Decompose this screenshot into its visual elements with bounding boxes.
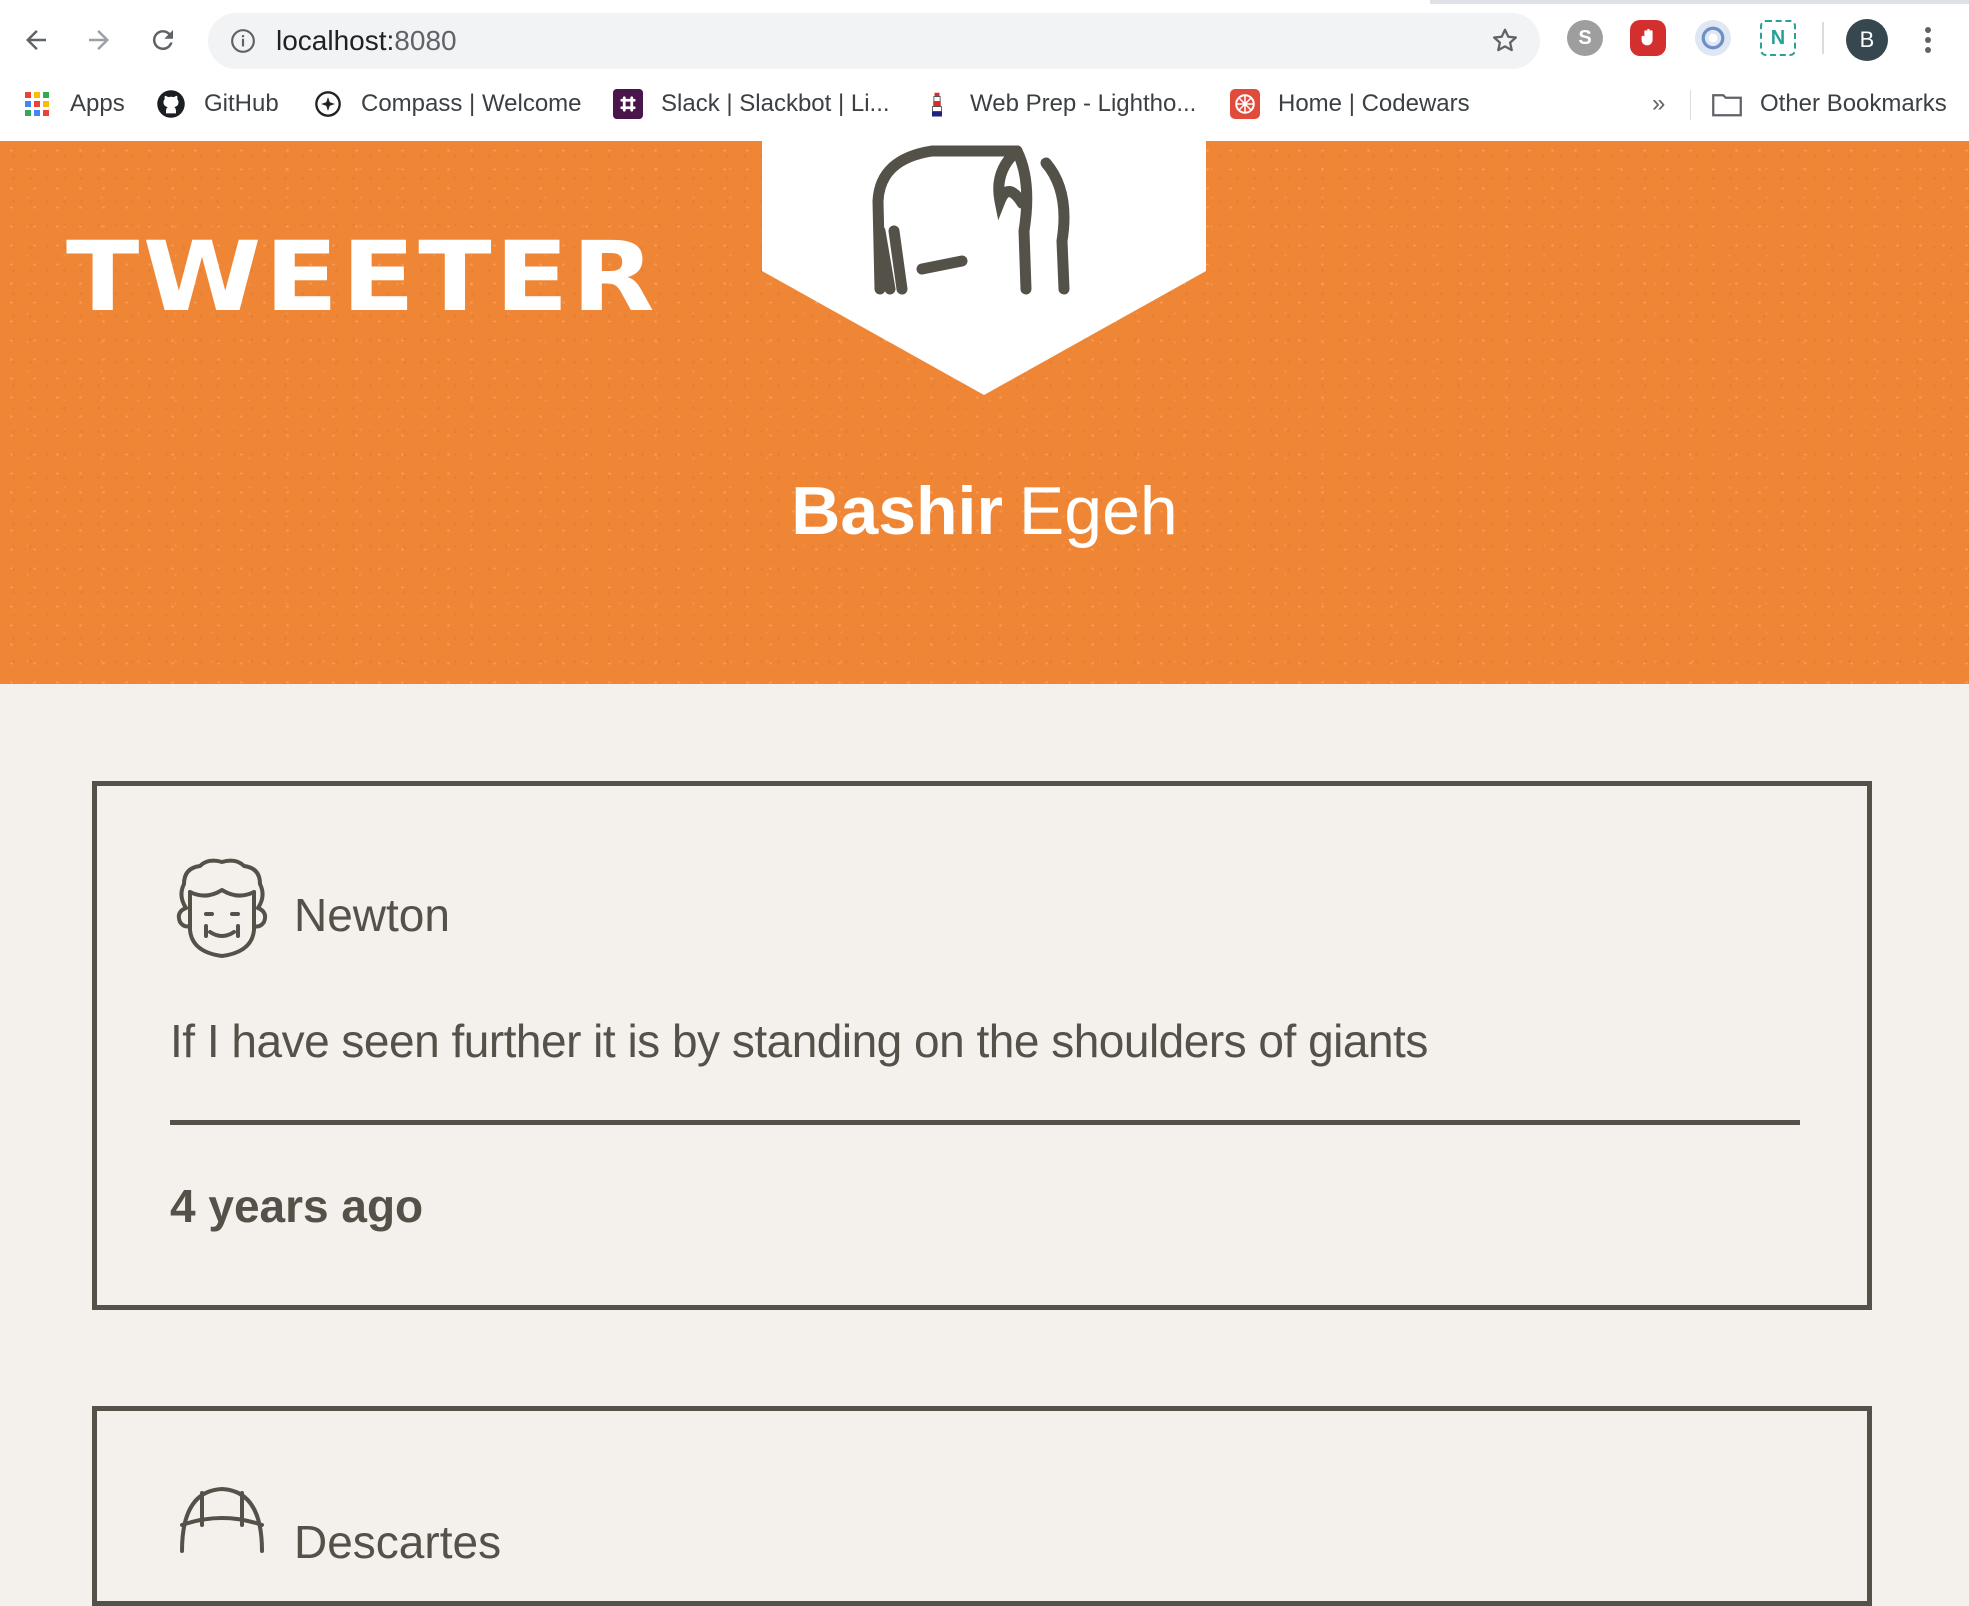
profile-header: TWEETER Bashir Egeh — [0, 141, 1969, 684]
extension-blue-icon[interactable] — [1695, 20, 1731, 56]
browser-menu-icon[interactable] — [1918, 22, 1938, 58]
slack-icon — [613, 89, 643, 119]
bookmarks-overflow-button[interactable]: » — [1652, 90, 1665, 118]
back-icon[interactable] — [12, 16, 60, 64]
bookmark-label: GitHub — [204, 90, 279, 117]
bookmark-other-folder[interactable]: Other Bookmarks — [1712, 86, 1947, 122]
adblock-icon[interactable] — [1630, 20, 1666, 56]
bookmark-web-prep[interactable]: Web Prep - Lightho... — [922, 86, 1196, 122]
url-port: 8080 — [394, 25, 457, 56]
bookmark-label: Home | Codewars — [1278, 90, 1470, 117]
lighthouse-icon — [922, 89, 952, 119]
toolbar-separator — [1822, 22, 1824, 54]
user-avatar-badge — [762, 141, 1206, 395]
profile-first-name: Bashir — [791, 473, 1003, 549]
compass-icon — [313, 89, 343, 119]
bookmark-github[interactable]: GitHub — [156, 86, 279, 122]
site-info-icon[interactable] — [230, 28, 256, 54]
bookmark-compass[interactable]: Compass | Welcome — [313, 86, 582, 122]
bookmark-label: Web Prep - Lightho... — [970, 90, 1197, 117]
tweet-timestamp: 4 years ago — [170, 1180, 424, 1232]
codewars-icon — [1230, 89, 1260, 119]
browser-chrome: localhost:8080 S N B Apps GitHub Compass… — [0, 0, 1969, 142]
tweet-author: Newton — [294, 889, 450, 941]
bookmarks-bar: Apps GitHub Compass | Welcome Slack | Sl… — [0, 82, 1969, 126]
apps-grid-icon — [22, 89, 52, 119]
app-logo[interactable]: TWEETER — [66, 221, 658, 333]
github-icon — [156, 89, 186, 119]
url-text[interactable]: localhost:8080 — [276, 25, 457, 57]
descartes-avatar-icon — [180, 1486, 264, 1553]
bookmark-codewars[interactable]: Home | Codewars — [1230, 86, 1470, 122]
forward-icon[interactable] — [75, 16, 123, 64]
url-host: localhost: — [276, 25, 395, 56]
bookmark-label: Other Bookmarks — [1760, 90, 1947, 117]
tweet-card: Descartes — [92, 1406, 1872, 1606]
bookmark-label: Compass | Welcome — [361, 90, 582, 117]
skype-icon[interactable]: S — [1567, 20, 1603, 56]
tweet-card: Newton If I have seen further it is by s… — [92, 781, 1872, 1310]
folder-icon — [1712, 89, 1742, 119]
bookmarks-separator — [1690, 90, 1691, 120]
tweet-author: Descartes — [294, 1516, 502, 1568]
profile-avatar[interactable]: B — [1846, 19, 1888, 61]
bookmark-apps[interactable]: Apps — [22, 86, 125, 122]
profile-last-name: Egeh — [1018, 473, 1178, 549]
reload-icon[interactable] — [139, 16, 187, 64]
bookmark-star-icon[interactable] — [1490, 26, 1520, 56]
extension-n-icon[interactable]: N — [1760, 20, 1796, 56]
profile-name: Bashir Egeh — [0, 472, 1969, 550]
bookmark-label: Apps — [70, 90, 125, 117]
address-bar[interactable]: localhost:8080 — [208, 13, 1540, 69]
tab-strip — [0, 0, 1969, 4]
bookmark-label: Slack | Slackbot | Li... — [661, 90, 890, 117]
tweet-divider — [170, 1120, 1800, 1125]
bookmark-slack[interactable]: Slack | Slackbot | Li... — [613, 86, 890, 122]
newton-avatar-icon — [176, 858, 268, 958]
tweet-text: If I have seen further it is by standing… — [170, 1015, 1428, 1067]
